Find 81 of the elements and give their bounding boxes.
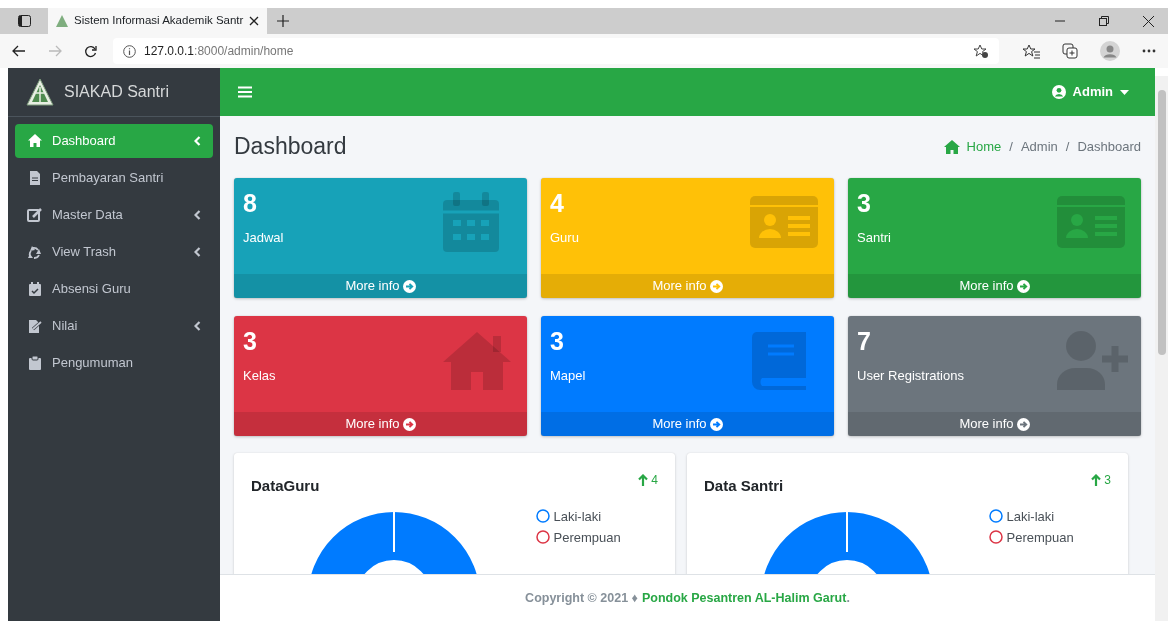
sidebar-item[interactable]: Dashboard (15, 124, 213, 158)
tab-title: Sistem Informasi Akademik Santr (74, 13, 244, 29)
stat-label: User Registrations (857, 366, 964, 385)
arrow-circle-right-icon (1016, 279, 1030, 293)
stat-value: 3 (550, 328, 565, 356)
stat-value: 3 (857, 190, 872, 218)
legend-item: Perempuan (536, 526, 621, 548)
calendar-check-icon (27, 281, 43, 297)
collections-icon[interactable] (1062, 43, 1078, 59)
stat-label: Kelas (243, 366, 276, 385)
legend-item: Laki-laki (536, 505, 621, 527)
chart-title: Data Santri (704, 476, 784, 496)
address-bar[interactable]: 127.0.0.1:8000/admin/home (113, 38, 999, 64)
profile-avatar-icon[interactable] (1100, 41, 1120, 61)
sidebar-item[interactable]: View Trash (15, 235, 213, 269)
favorites-icon[interactable] (1023, 43, 1040, 59)
sidebar-item[interactable]: Absensi Guru (15, 272, 213, 306)
copyright-text: Copyright © 2021 ♦ (525, 589, 638, 607)
stat-value: 4 (550, 190, 565, 218)
chart-title: DataGuru (251, 476, 320, 496)
breadcrumb-separator: / (1009, 138, 1013, 157)
browser-tab[interactable]: Sistem Informasi Akademik Santr (48, 8, 268, 34)
recycle-icon (27, 244, 43, 260)
arrow-circle-right-icon (1016, 417, 1030, 431)
sidebar-item[interactable]: Nilai (15, 309, 213, 343)
trend-indicator: 4 (637, 471, 658, 489)
legend-item: Perempuan (989, 526, 1074, 548)
stat-value: 7 (857, 328, 872, 356)
reload-icon[interactable] (84, 44, 97, 58)
close-icon[interactable] (249, 16, 260, 26)
stat-value: 3 (243, 328, 258, 356)
favicon-icon (56, 15, 68, 27)
home-icon (943, 140, 960, 154)
user-menu-button[interactable]: Admin (1051, 82, 1129, 102)
info-icon (123, 44, 136, 58)
restore-icon[interactable] (1099, 16, 1109, 26)
stat-label: Guru (550, 228, 579, 247)
url-text: 127.0.0.1:8000/admin/home (144, 43, 295, 60)
more-info-link[interactable]: More info (234, 274, 527, 298)
arrow-circle-right-icon (709, 417, 723, 431)
home-icon (27, 133, 43, 149)
more-info-link[interactable]: More info (541, 412, 834, 436)
logo-icon (26, 78, 54, 106)
close-icon[interactable] (1143, 15, 1154, 27)
trend-indicator: 3 (1090, 471, 1111, 489)
breadcrumb-separator: / (1065, 138, 1070, 157)
clipboard-icon (27, 355, 43, 371)
arrow-circle-right-icon (402, 279, 416, 293)
legend-item: Laki-laki (989, 505, 1074, 527)
arrow-up-icon (1090, 474, 1101, 486)
new-tab-icon[interactable] (277, 15, 290, 27)
sidebar-item[interactable]: Pengumuman (15, 346, 213, 380)
scrollbar[interactable] (1155, 76, 1168, 621)
breadcrumb-link[interactable]: Home (943, 137, 1002, 157)
footer-period: . (846, 589, 850, 607)
user-circle-icon (1051, 85, 1066, 99)
breadcrumb-item: Dashboard (1077, 138, 1141, 157)
add-favorite-icon[interactable] (973, 43, 989, 59)
signature-icon (27, 318, 43, 334)
more-info-link[interactable]: More info (848, 274, 1141, 298)
stat-value: 8 (243, 190, 258, 218)
stat-label: Jadwal (243, 228, 284, 247)
arrow-circle-right-icon (402, 417, 416, 431)
tab-actions-icon[interactable] (17, 15, 31, 27)
arrow-up-icon (637, 474, 648, 486)
stat-label: Santri (857, 228, 891, 247)
brand-name: SIAKAD Santri (64, 82, 169, 102)
breadcrumb-item: Admin (1020, 138, 1058, 157)
page-title: Dashboard (234, 133, 347, 161)
edit-icon (27, 207, 43, 223)
sidebar-item[interactable]: Pembayaran Santri (15, 161, 213, 195)
back-icon[interactable] (12, 45, 26, 57)
sidebar-item[interactable]: Master Data (15, 198, 213, 232)
caret-down-icon (1120, 89, 1129, 95)
more-info-link[interactable]: More info (848, 412, 1141, 436)
menu-icon[interactable] (238, 86, 252, 98)
arrow-circle-right-icon (709, 279, 723, 293)
document-icon (27, 170, 43, 186)
stat-label: Mapel (550, 366, 586, 385)
more-icon[interactable] (1142, 49, 1156, 53)
more-info-link[interactable]: More info (234, 412, 527, 436)
